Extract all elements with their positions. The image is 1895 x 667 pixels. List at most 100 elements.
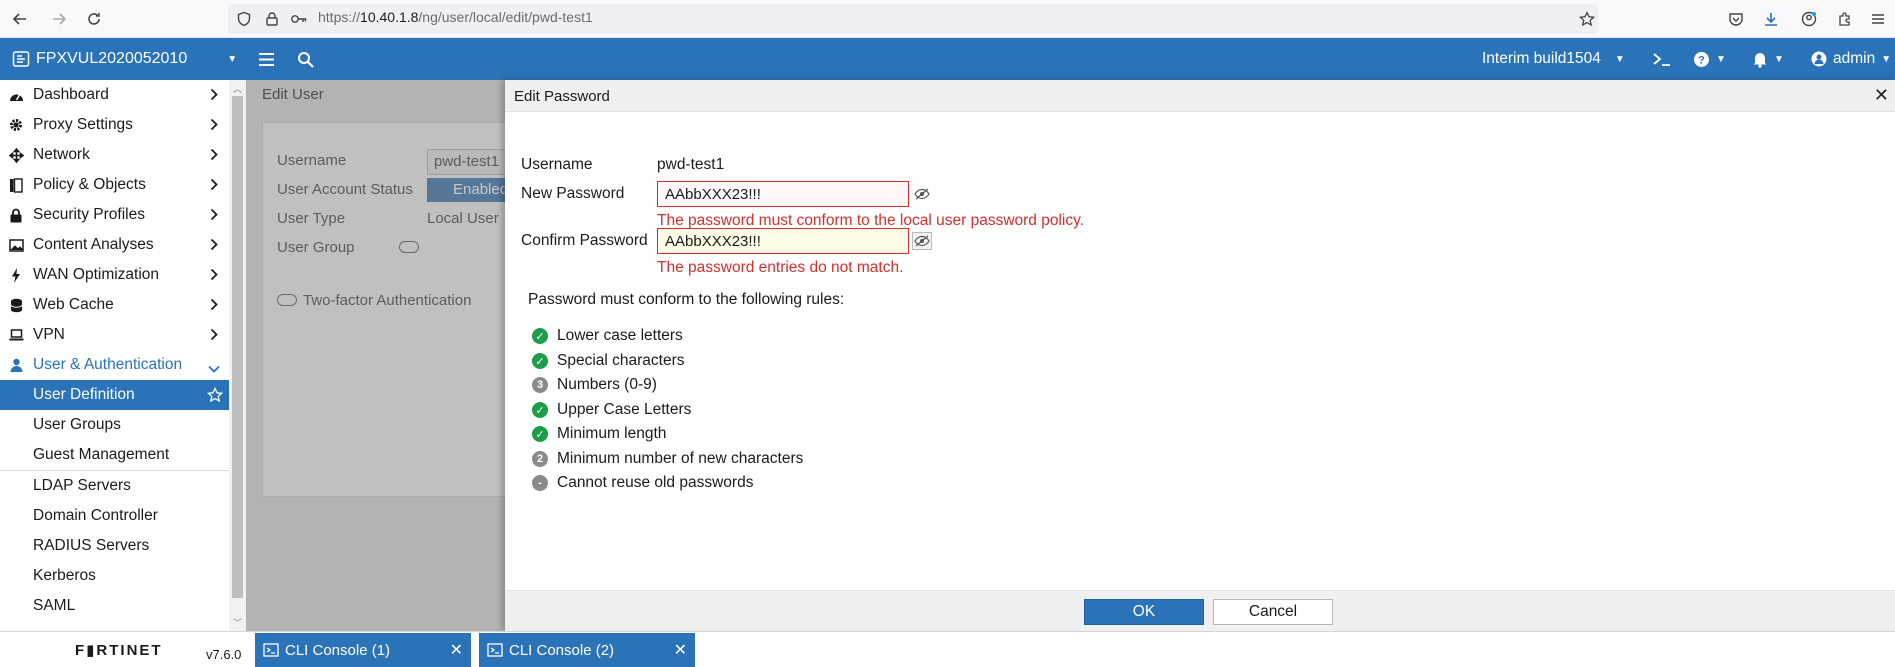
sidebar-item-content-analyses[interactable]: Content Analyses [0, 230, 229, 260]
sidebar-item-wan-optimization[interactable]: WAN Optimization [0, 260, 229, 290]
chevron-right-icon [210, 268, 218, 286]
key-icon[interactable] [287, 7, 311, 31]
confirm-password-field[interactable] [657, 228, 909, 254]
back-icon[interactable] [8, 7, 32, 31]
rule-label: Lower case letters [557, 327, 683, 344]
account-icon[interactable] [1797, 7, 1821, 31]
cli-console-icon[interactable] [1652, 38, 1672, 80]
sidebar-item-label: Network [33, 146, 90, 163]
close-icon[interactable]: ✕ [450, 640, 463, 660]
scroll-down-icon[interactable]: ﹀ [233, 616, 242, 629]
rule-item: ✓ Minimum length [532, 424, 666, 444]
cli-console-tab-2[interactable]: CLI Console (2) ✕ [479, 633, 695, 667]
cli-console-tab-1[interactable]: CLI Console (1) ✕ [255, 633, 471, 667]
sidebar-item-guest-management[interactable]: Guest Management [0, 440, 229, 470]
sidebar-item-kerberos[interactable]: Kerberos [0, 561, 229, 591]
tab-label: CLI Console (2) [509, 641, 615, 659]
rule-item: - Cannot reuse old passwords [532, 473, 753, 493]
close-icon[interactable]: ✕ [674, 640, 687, 660]
build-selector[interactable]: Interim build1504 ▼ [1482, 38, 1625, 80]
rule-label: Special characters [557, 352, 685, 369]
sidebar-item-label: Policy & Objects [33, 176, 146, 193]
extensions-icon[interactable] [1833, 7, 1857, 31]
sidebar-item-user-groups[interactable]: User Groups [0, 410, 229, 440]
bell-icon [1752, 51, 1768, 68]
rule-item: 3 Numbers (0-9) [532, 375, 657, 395]
url-text[interactable]: https://10.40.1.8/ng/user/local/edit/pwd… [318, 9, 593, 25]
chevron-down-icon: ▼ [227, 53, 238, 65]
scroll-up-icon[interactable]: ︿ [233, 82, 242, 95]
sidebar-item-web-cache[interactable]: Web Cache [0, 290, 229, 320]
eye-slash-icon[interactable] [912, 232, 932, 250]
cancel-button[interactable]: Cancel [1213, 599, 1333, 625]
shield-icon[interactable] [232, 7, 256, 31]
database-icon [8, 298, 24, 313]
network-icon [8, 147, 24, 163]
chevron-down-icon: ▼ [1881, 53, 1892, 65]
build-label: Interim build1504 [1482, 50, 1601, 67]
check-icon: ✓ [532, 328, 548, 344]
sidebar-item-radius-servers[interactable]: RADIUS Servers [0, 531, 229, 561]
fortinet-logo: F▮RTINET [75, 642, 163, 659]
new-password-label: New Password [521, 185, 625, 202]
sidebar-scrollbar[interactable]: ︿ ﹀ [229, 80, 246, 631]
help-menu[interactable]: ? ▼ [1693, 38, 1726, 80]
count-badge: 2 [532, 451, 548, 467]
sidebar-item-user-authentication[interactable]: User & Authentication [0, 350, 229, 380]
star-icon[interactable] [206, 386, 224, 408]
device-selector[interactable]: FPXVUL2020052010 ▼ [12, 38, 237, 80]
chevron-right-icon [210, 178, 218, 196]
policy-icon [8, 177, 24, 193]
rule-label: Cannot reuse old passwords [557, 474, 754, 491]
confirm-password-error: The password entries do not match. [657, 259, 904, 276]
menu-icon[interactable] [1866, 7, 1890, 31]
notifications-menu[interactable]: ▼ [1752, 38, 1784, 80]
chevron-down-icon: ▼ [1614, 53, 1625, 65]
svg-text:?: ? [1698, 54, 1705, 66]
rule-item: ✓ Special characters [532, 351, 685, 371]
sidebar-item-ldap-servers[interactable]: LDAP Servers [0, 471, 229, 501]
sidebar-item-security-profiles[interactable]: Security Profiles [0, 200, 229, 230]
scrollbar-thumb[interactable] [232, 96, 243, 598]
sidebar-item-label: Domain Controller [33, 507, 158, 524]
user-name: admin [1833, 50, 1876, 67]
device-name: FPXVUL2020052010 [36, 50, 188, 67]
browser-toolbar: https://10.40.1.8/ng/user/local/edit/pwd… [0, 0, 1895, 38]
ok-button[interactable]: OK [1084, 599, 1204, 625]
top-header: FPXVUL2020052010 ▼ Interim build1504 ▼ ?… [0, 38, 1895, 80]
sidebar-item-policy-objects[interactable]: Policy & Objects [0, 170, 229, 200]
chevron-right-icon [210, 148, 218, 166]
dialog-title: Edit Password [514, 88, 610, 105]
sidebar-item-domain-controller[interactable]: Domain Controller [0, 501, 229, 531]
lock-icon[interactable] [260, 7, 284, 31]
gear-icon [8, 118, 24, 132]
sidebar-item-label: SAML [33, 597, 76, 614]
sidebar-item-label: VPN [33, 326, 65, 343]
user-menu[interactable]: admin ▼ [1811, 38, 1891, 80]
sidebar-item-dashboard[interactable]: Dashboard [0, 80, 229, 110]
eye-slash-icon[interactable] [912, 185, 932, 203]
forward-icon[interactable] [47, 7, 71, 31]
reload-icon[interactable] [82, 7, 106, 31]
sidebar-item-label: LDAP Servers [33, 477, 131, 494]
sidebar-item-network[interactable]: Network [0, 140, 229, 170]
pocket-icon[interactable] [1724, 7, 1748, 31]
dialog-footer: OK Cancel [505, 590, 1895, 631]
check-icon: ✓ [532, 402, 548, 418]
count-badge: - [532, 475, 548, 491]
chevron-right-icon [210, 118, 218, 136]
search-icon[interactable] [297, 38, 314, 80]
user-icon [8, 358, 24, 372]
bookmark-star-icon[interactable] [1575, 7, 1599, 31]
download-icon[interactable] [1759, 7, 1783, 31]
sidebar-item-proxy-settings[interactable]: Proxy Settings [0, 110, 229, 140]
sidebar-item-label: Proxy Settings [33, 116, 133, 133]
sidebar-item-vpn[interactable]: VPN [0, 320, 229, 350]
new-password-field[interactable] [657, 181, 909, 207]
close-icon[interactable]: ✕ [1874, 85, 1889, 106]
hamburger-icon[interactable] [258, 38, 275, 80]
sidebar-item-user-definition[interactable]: User Definition [0, 380, 229, 410]
chevron-right-icon [210, 208, 218, 226]
chevron-right-icon [210, 328, 218, 346]
sidebar-item-saml[interactable]: SAML [0, 591, 229, 621]
